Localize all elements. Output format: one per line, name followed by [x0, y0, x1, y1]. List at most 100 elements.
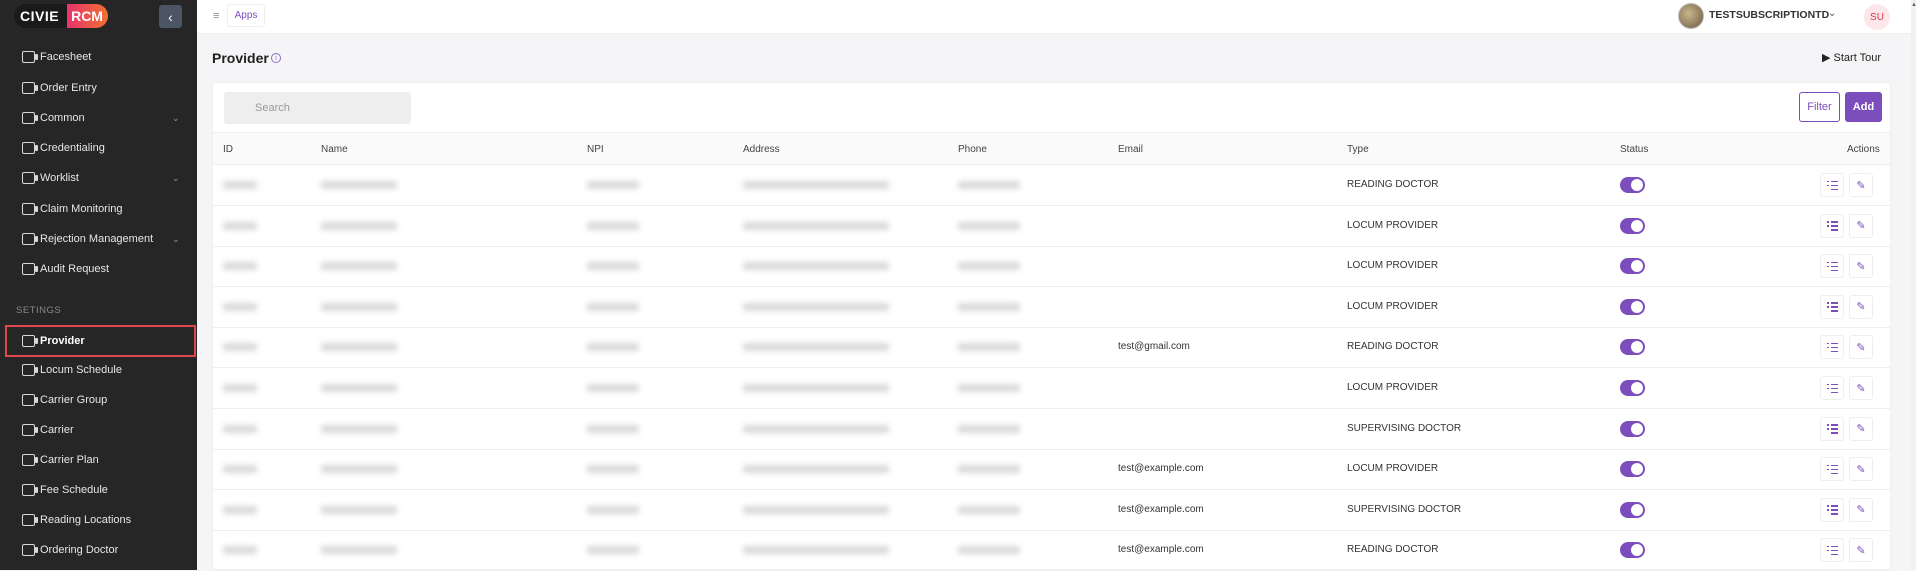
table-row[interactable]: test@gmail.com READING DOCTOR ✎ [213, 327, 1890, 369]
status-toggle[interactable] [1620, 420, 1645, 437]
table-row[interactable]: test@example.com READING DOCTOR ✎ [213, 530, 1890, 571]
edit-icon[interactable]: ✎ [1849, 538, 1873, 563]
list-icon[interactable] [1820, 538, 1844, 563]
tab-apps[interactable]: Apps [227, 4, 265, 27]
list-icon[interactable] [1820, 497, 1844, 522]
sidebar-item-common[interactable]: Common ⌄ [0, 104, 197, 132]
cell-type: LOCUM PROVIDER [1347, 260, 1439, 272]
sidebar-item-ordering-doctor[interactable]: Ordering Doctor [0, 536, 197, 564]
chevron-down-icon[interactable]: ⌄ [1828, 8, 1836, 19]
search-input[interactable] [224, 92, 411, 124]
table-row[interactable]: test@example.com LOCUM PROVIDER ✎ [213, 449, 1890, 491]
start-tour-button[interactable]: ▶ Start Tour [1822, 51, 1881, 64]
status-toggle[interactable] [1620, 177, 1645, 193]
filter-button[interactable]: Filter [1799, 92, 1840, 122]
sidebar-item-claim-monitoring[interactable]: Claim Monitoring [0, 195, 197, 223]
list-icon[interactable] [1820, 173, 1844, 197]
sidebar-item-carrier-group[interactable]: Carrier Group [0, 386, 197, 414]
table-row[interactable]: LOCUM PROVIDER ✎ [213, 246, 1890, 288]
status-toggle[interactable] [1620, 461, 1645, 478]
scroll-up-icon[interactable]: ▲ [1911, 2, 1916, 8]
status-toggle[interactable] [1620, 542, 1645, 559]
menu-icon[interactable]: ≡ [213, 10, 219, 22]
sidebar-item-reading-locations[interactable]: Reading Locations [0, 506, 197, 534]
column-header-actions[interactable]: Actions [1847, 144, 1880, 155]
cell-npi [587, 262, 639, 271]
sidebar-item-label: Facesheet [40, 51, 92, 63]
list-icon[interactable] [1820, 213, 1844, 238]
sidebar-item-facesheet[interactable]: Facesheet [0, 43, 197, 71]
edit-icon[interactable]: ✎ [1849, 213, 1873, 238]
sidebar-item-credentialing[interactable]: Credentialing [0, 134, 197, 162]
table-row[interactable]: LOCUM PROVIDER ✎ [213, 368, 1890, 409]
list-icon[interactable] [1820, 254, 1844, 279]
user-initials-badge[interactable]: SU [1864, 4, 1890, 30]
column-header-id[interactable]: ID [223, 144, 233, 155]
edit-icon[interactable]: ✎ [1849, 335, 1873, 360]
column-header-address[interactable]: Address [743, 144, 780, 155]
edit-icon[interactable]: ✎ [1849, 457, 1873, 482]
column-header-type[interactable]: Type [1347, 144, 1369, 155]
avatar[interactable] [1678, 3, 1704, 29]
chevron-down-icon: ⌄ [172, 233, 180, 244]
table-row[interactable]: SUPERVISING DOCTOR ✎ [213, 409, 1890, 450]
cell-name [321, 181, 397, 189]
edit-icon[interactable]: ✎ [1849, 497, 1873, 522]
chevron-down-icon: ⌄ [172, 112, 180, 123]
status-toggle[interactable] [1620, 258, 1645, 275]
scrollbar[interactable]: ▲ [1911, 0, 1916, 570]
sidebar-item-carrier-plan[interactable]: Carrier Plan [0, 446, 197, 474]
document-icon [22, 82, 38, 94]
status-toggle[interactable] [1620, 217, 1645, 234]
sidebar-item-provider[interactable]: Provider [5, 325, 196, 357]
cell-type: SUPERVISING DOCTOR [1347, 422, 1462, 434]
list-icon[interactable] [1820, 335, 1844, 360]
sidebar-item-locum-schedule[interactable]: Locum Schedule [0, 356, 197, 384]
list-icon[interactable] [1820, 457, 1844, 482]
document-icon [22, 394, 38, 406]
list-icon[interactable] [1820, 294, 1844, 319]
status-toggle[interactable] [1620, 380, 1645, 396]
cell-npi [587, 181, 639, 189]
document-icon [22, 424, 38, 436]
collapse-sidebar-button[interactable]: ‹ [159, 5, 182, 28]
status-toggle[interactable] [1620, 339, 1645, 356]
edit-icon[interactable]: ✎ [1849, 376, 1873, 400]
sidebar-item-order-entry[interactable]: Order Entry [0, 74, 197, 102]
user-name[interactable]: TESTSUBSCRIPTIONTD [1709, 9, 1829, 21]
edit-icon[interactable]: ✎ [1849, 254, 1873, 279]
column-header-status[interactable]: Status [1620, 144, 1648, 155]
column-header-npi[interactable]: NPI [587, 144, 604, 155]
add-button[interactable]: Add [1845, 92, 1882, 122]
document-icon [22, 203, 38, 215]
edit-icon[interactable]: ✎ [1849, 294, 1873, 319]
table-row[interactable]: LOCUM PROVIDER ✎ [213, 287, 1890, 328]
topbar: ≡ Apps TESTSUBSCRIPTIONTD ⌄ SU [197, 0, 1916, 34]
document-icon [22, 454, 38, 466]
sidebar-item-worklist[interactable]: Worklist ⌄ [0, 164, 197, 192]
table-row[interactable]: test@example.com SUPERVISING DOCTOR ✎ [213, 490, 1890, 531]
table-row[interactable]: LOCUM PROVIDER ✎ [213, 206, 1890, 247]
sidebar-item-audit-request[interactable]: Audit Request [0, 255, 197, 283]
cell-name [321, 505, 397, 514]
sidebar-item-fee-schedule[interactable]: Fee Schedule [0, 476, 197, 504]
column-header-phone[interactable]: Phone [958, 144, 987, 155]
cell-address [743, 424, 889, 433]
sidebar-item-rejection-management[interactable]: Rejection Management ⌄ [0, 225, 197, 253]
edit-icon[interactable]: ✎ [1849, 416, 1873, 441]
list-icon[interactable] [1820, 376, 1844, 400]
sidebar-item-carrier[interactable]: Carrier [0, 416, 197, 444]
cell-id [223, 465, 257, 474]
status-toggle[interactable] [1620, 501, 1645, 518]
list-icon[interactable] [1820, 416, 1844, 441]
app-logo[interactable]: CIVIE RCM [14, 4, 108, 28]
status-toggle[interactable] [1620, 298, 1645, 315]
cell-id [223, 221, 257, 230]
cell-email: test@gmail.com [1118, 341, 1190, 353]
column-header-name[interactable]: Name [321, 144, 348, 155]
column-header-email[interactable]: Email [1118, 144, 1143, 155]
table-row[interactable]: READING DOCTOR ✎ [213, 165, 1890, 206]
edit-icon[interactable]: ✎ [1849, 173, 1873, 197]
sidebar-item-label: Common [40, 112, 85, 124]
info-icon[interactable]: i [271, 53, 281, 63]
